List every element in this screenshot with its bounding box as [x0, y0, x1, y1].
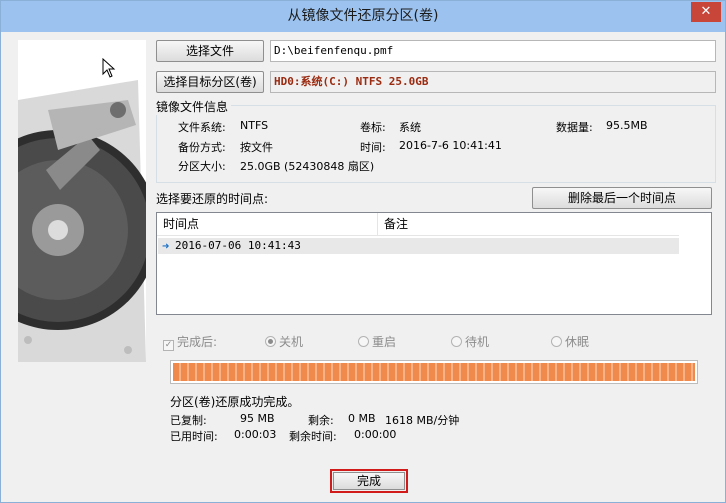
data-amount-value: 95.5MB	[606, 119, 648, 132]
after-completion-label: 完成后:	[177, 335, 218, 349]
partition-size-value: 25.0GB (52430848 扇区)	[240, 160, 375, 173]
radio-empty-icon	[451, 336, 462, 347]
mouse-cursor-icon	[102, 58, 116, 78]
progress-fill	[173, 363, 695, 381]
radio-restart-label: 重启	[372, 335, 397, 349]
timepoint-list[interactable]: 时间点 备注 ➜ 2016-07-06 10:41:43	[156, 212, 712, 315]
remaining-time-label: 剩余时间:	[289, 430, 337, 443]
time-value: 2016-7-6 10:41:41	[399, 139, 502, 152]
timepoint-value: 2016-07-06 10:41:43	[175, 239, 301, 252]
window-title: 从镜像文件还原分区(卷)	[287, 8, 439, 24]
fs-value: NTFS	[240, 119, 269, 132]
backup-mode-label: 备份方式:	[178, 141, 226, 154]
done-button-label: 完成	[333, 472, 405, 490]
volume-label: 卷标:	[360, 121, 386, 134]
copied-value: 95 MB	[240, 412, 275, 425]
choose-target-button[interactable]: 选择目标分区(卷)	[156, 71, 264, 93]
radio-standby[interactable]: 待机	[451, 333, 489, 350]
radio-shutdown[interactable]: 关机	[265, 333, 303, 350]
timepoint-prompt: 选择要还原的时间点:	[156, 192, 269, 206]
restore-progress-bar	[170, 360, 698, 384]
time-label: 时间:	[360, 141, 386, 154]
radio-selected-icon	[265, 336, 276, 347]
table-row[interactable]: ➜ 2016-07-06 10:41:43	[158, 238, 679, 254]
backup-mode-value: 按文件	[240, 141, 273, 154]
copied-label: 已复制:	[170, 414, 207, 427]
fs-label: 文件系统:	[178, 121, 226, 134]
delete-last-timepoint-button[interactable]: 删除最后一个时间点	[532, 187, 712, 209]
restore-dialog: 从镜像文件还原分区(卷) ✕ 选择文件 D:\beifenfenqu.pmf 选…	[0, 0, 726, 503]
after-completion-checkbox[interactable]: ✓ 完成后:	[163, 333, 217, 351]
disk-genius-illustration	[18, 40, 146, 362]
checkbox-check-icon: ✓	[163, 340, 174, 351]
dialog-body: 选择文件 D:\beifenfenqu.pmf 选择目标分区(卷) HD0:系统…	[8, 32, 720, 496]
elapsed-value: 0:00:03	[234, 428, 277, 441]
speed-value: 1618 MB/分钟	[385, 414, 460, 427]
remaining-time-value: 0:00:00	[354, 428, 397, 441]
data-amount-label: 数据量:	[556, 121, 593, 134]
arrow-right-icon: ➜	[162, 239, 170, 253]
radio-empty-icon	[358, 336, 369, 347]
partition-size-label: 分区大小:	[178, 160, 226, 173]
title-bar[interactable]: 从镜像文件还原分区(卷) ✕	[1, 1, 725, 32]
choose-file-button[interactable]: 选择文件	[156, 40, 264, 62]
done-button[interactable]: 完成	[330, 469, 408, 493]
column-header-timepoint[interactable]: 时间点	[157, 213, 378, 235]
close-button[interactable]: ✕	[691, 2, 721, 22]
radio-empty-icon	[551, 336, 562, 347]
elapsed-label: 已用时间:	[170, 430, 218, 443]
status-message: 分区(卷)还原成功完成。	[170, 395, 300, 409]
file-path-field[interactable]: D:\beifenfenqu.pmf	[270, 40, 716, 62]
radio-restart[interactable]: 重启	[358, 333, 396, 350]
list-scroll-area	[679, 213, 711, 314]
remaining-label: 剩余:	[308, 414, 334, 427]
target-partition-field: HD0:系统(C:) NTFS 25.0GB	[270, 71, 716, 93]
image-info-title: 镜像文件信息	[156, 98, 232, 115]
radio-hibernate-label: 休眠	[565, 335, 590, 349]
volume-value: 系统	[399, 121, 421, 134]
list-header: 时间点 备注	[157, 213, 679, 236]
radio-hibernate[interactable]: 休眠	[551, 333, 589, 350]
radio-standby-label: 待机	[465, 335, 490, 349]
column-header-note[interactable]: 备注	[378, 213, 679, 235]
remaining-value: 0 MB	[348, 412, 376, 425]
radio-shutdown-label: 关机	[279, 335, 304, 349]
